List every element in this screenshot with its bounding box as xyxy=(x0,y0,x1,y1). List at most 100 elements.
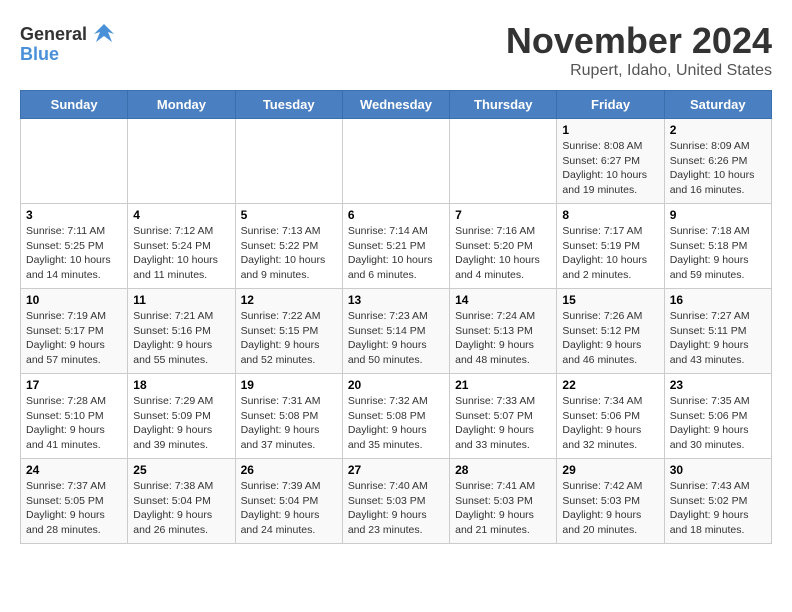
header-saturday: Saturday xyxy=(664,91,771,119)
day-number: 23 xyxy=(670,378,766,392)
logo-general-text: General xyxy=(20,24,87,45)
calendar-cell: 11 Sunrise: 7:21 AM Sunset: 5:16 PM Dayli… xyxy=(128,289,235,374)
calendar-cell: 5 Sunrise: 7:13 AM Sunset: 5:22 PM Daylig… xyxy=(235,204,342,289)
day-number: 13 xyxy=(348,293,444,307)
calendar-cell xyxy=(235,119,342,204)
calendar-cell: 22 Sunrise: 7:34 AM Sunset: 5:06 PM Dayli… xyxy=(557,374,664,459)
week-row-1: 1Sunrise: 8:08 AM Sunset: 6:27 PM Daylig… xyxy=(21,119,772,204)
day-number: 6 xyxy=(348,208,444,222)
week-row-4: 17Sunrise: 7:28 AM Sunset: 5:10 PM Dayli… xyxy=(21,374,772,459)
calendar-cell xyxy=(342,119,449,204)
calendar-cell: 3 Sunrise: 7:11 AM Sunset: 5:25 PM Daylig… xyxy=(21,204,128,289)
day-info: Sunrise: 7:21 AM Sunset: 5:16 PM Dayligh… xyxy=(133,309,229,368)
calendar-cell: 17Sunrise: 7:28 AM Sunset: 5:10 PM Dayli… xyxy=(21,374,128,459)
calendar-cell xyxy=(128,119,235,204)
day-number: 16 xyxy=(670,293,766,307)
calendar-cell: 29Sunrise: 7:42 AM Sunset: 5:03 PM Dayli… xyxy=(557,459,664,544)
day-number: 19 xyxy=(241,378,337,392)
day-info: Sunrise: 8:09 AM Sunset: 6:26 PM Dayligh… xyxy=(670,139,766,198)
calendar-cell: 15 Sunrise: 7:26 AM Sunset: 5:12 PM Dayli… xyxy=(557,289,664,374)
calendar-cell: 20 Sunrise: 7:32 AM Sunset: 5:08 PM Dayli… xyxy=(342,374,449,459)
calendar-cell xyxy=(21,119,128,204)
calendar-cell: 25 Sunrise: 7:38 AM Sunset: 5:04 PM Dayli… xyxy=(128,459,235,544)
calendar-cell: 24 Sunrise: 7:37 AM Sunset: 5:05 PM Dayli… xyxy=(21,459,128,544)
day-info: Sunrise: 7:35 AM Sunset: 5:06 PM Dayligh… xyxy=(670,394,766,453)
calendar-cell: 7Sunrise: 7:16 AM Sunset: 5:20 PM Daylig… xyxy=(450,204,557,289)
day-info: Sunrise: 7:11 AM Sunset: 5:25 PM Dayligh… xyxy=(26,224,122,283)
day-info: Sunrise: 7:18 AM Sunset: 5:18 PM Dayligh… xyxy=(670,224,766,283)
day-info: Sunrise: 7:33 AM Sunset: 5:07 PM Dayligh… xyxy=(455,394,551,453)
day-info: Sunrise: 7:43 AM Sunset: 5:02 PM Dayligh… xyxy=(670,479,766,538)
day-number: 22 xyxy=(562,378,658,392)
day-number: 17 xyxy=(26,378,122,392)
calendar-cell: 12 Sunrise: 7:22 AM Sunset: 5:15 PM Dayli… xyxy=(235,289,342,374)
calendar-cell: 1Sunrise: 8:08 AM Sunset: 6:27 PM Daylig… xyxy=(557,119,664,204)
day-number: 2 xyxy=(670,123,766,137)
day-info: Sunrise: 7:32 AM Sunset: 5:08 PM Dayligh… xyxy=(348,394,444,453)
day-info: Sunrise: 7:13 AM Sunset: 5:22 PM Dayligh… xyxy=(241,224,337,283)
day-info: Sunrise: 7:23 AM Sunset: 5:14 PM Dayligh… xyxy=(348,309,444,368)
month-title: November 2024 xyxy=(506,20,772,62)
calendar-cell: 18Sunrise: 7:29 AM Sunset: 5:09 PM Dayli… xyxy=(128,374,235,459)
header-tuesday: Tuesday xyxy=(235,91,342,119)
header-sunday: Sunday xyxy=(21,91,128,119)
day-info: Sunrise: 7:19 AM Sunset: 5:17 PM Dayligh… xyxy=(26,309,122,368)
calendar-cell: 16 Sunrise: 7:27 AM Sunset: 5:11 PM Dayli… xyxy=(664,289,771,374)
calendar-cell: 6 Sunrise: 7:14 AM Sunset: 5:21 PM Daylig… xyxy=(342,204,449,289)
calendar-cell: 2 Sunrise: 8:09 AM Sunset: 6:26 PM Daylig… xyxy=(664,119,771,204)
day-info: Sunrise: 7:40 AM Sunset: 5:03 PM Dayligh… xyxy=(348,479,444,538)
calendar-cell: 28 Sunrise: 7:41 AM Sunset: 5:03 PM Dayli… xyxy=(450,459,557,544)
logo: General Blue xyxy=(20,20,118,65)
day-number: 28 xyxy=(455,463,551,477)
week-row-2: 3 Sunrise: 7:11 AM Sunset: 5:25 PM Daylig… xyxy=(21,204,772,289)
calendar-cell xyxy=(450,119,557,204)
day-info: Sunrise: 7:22 AM Sunset: 5:15 PM Dayligh… xyxy=(241,309,337,368)
header: General Blue November 2024 Rupert, Idaho… xyxy=(20,20,772,80)
calendar-table: Sunday Monday Tuesday Wednesday Thursday… xyxy=(20,90,772,544)
day-number: 21 xyxy=(455,378,551,392)
day-info: Sunrise: 7:29 AM Sunset: 5:09 PM Dayligh… xyxy=(133,394,229,453)
header-wednesday: Wednesday xyxy=(342,91,449,119)
day-number: 8 xyxy=(562,208,658,222)
day-info: Sunrise: 7:27 AM Sunset: 5:11 PM Dayligh… xyxy=(670,309,766,368)
title-area: November 2024 Rupert, Idaho, United Stat… xyxy=(506,20,772,80)
day-number: 27 xyxy=(348,463,444,477)
day-number: 15 xyxy=(562,293,658,307)
day-info: Sunrise: 7:34 AM Sunset: 5:06 PM Dayligh… xyxy=(562,394,658,453)
day-info: Sunrise: 7:24 AM Sunset: 5:13 PM Dayligh… xyxy=(455,309,551,368)
calendar-cell: 27 Sunrise: 7:40 AM Sunset: 5:03 PM Dayli… xyxy=(342,459,449,544)
calendar-cell: 23 Sunrise: 7:35 AM Sunset: 5:06 PM Dayli… xyxy=(664,374,771,459)
day-number: 3 xyxy=(26,208,122,222)
calendar-cell: 19 Sunrise: 7:31 AM Sunset: 5:08 PM Dayli… xyxy=(235,374,342,459)
header-friday: Friday xyxy=(557,91,664,119)
day-info: Sunrise: 7:26 AM Sunset: 5:12 PM Dayligh… xyxy=(562,309,658,368)
day-info: Sunrise: 7:41 AM Sunset: 5:03 PM Dayligh… xyxy=(455,479,551,538)
logo-bird-icon xyxy=(90,20,118,48)
calendar-cell: 14Sunrise: 7:24 AM Sunset: 5:13 PM Dayli… xyxy=(450,289,557,374)
weekday-header-row: Sunday Monday Tuesday Wednesday Thursday… xyxy=(21,91,772,119)
day-info: Sunrise: 7:38 AM Sunset: 5:04 PM Dayligh… xyxy=(133,479,229,538)
day-number: 29 xyxy=(562,463,658,477)
day-info: Sunrise: 7:17 AM Sunset: 5:19 PM Dayligh… xyxy=(562,224,658,283)
day-number: 11 xyxy=(133,293,229,307)
day-info: Sunrise: 7:31 AM Sunset: 5:08 PM Dayligh… xyxy=(241,394,337,453)
day-info: Sunrise: 7:14 AM Sunset: 5:21 PM Dayligh… xyxy=(348,224,444,283)
day-number: 12 xyxy=(241,293,337,307)
header-thursday: Thursday xyxy=(450,91,557,119)
day-number: 25 xyxy=(133,463,229,477)
day-info: Sunrise: 8:08 AM Sunset: 6:27 PM Dayligh… xyxy=(562,139,658,198)
day-info: Sunrise: 7:37 AM Sunset: 5:05 PM Dayligh… xyxy=(26,479,122,538)
day-number: 20 xyxy=(348,378,444,392)
day-number: 24 xyxy=(26,463,122,477)
calendar-cell: 13 Sunrise: 7:23 AM Sunset: 5:14 PM Dayli… xyxy=(342,289,449,374)
calendar-cell: 4Sunrise: 7:12 AM Sunset: 5:24 PM Daylig… xyxy=(128,204,235,289)
day-number: 7 xyxy=(455,208,551,222)
calendar-cell: 10Sunrise: 7:19 AM Sunset: 5:17 PM Dayli… xyxy=(21,289,128,374)
week-row-5: 24 Sunrise: 7:37 AM Sunset: 5:05 PM Dayli… xyxy=(21,459,772,544)
day-info: Sunrise: 7:12 AM Sunset: 5:24 PM Dayligh… xyxy=(133,224,229,283)
location-text: Rupert, Idaho, United States xyxy=(506,62,772,80)
day-number: 30 xyxy=(670,463,766,477)
logo-blue-text: Blue xyxy=(20,44,59,65)
header-monday: Monday xyxy=(128,91,235,119)
day-number: 5 xyxy=(241,208,337,222)
